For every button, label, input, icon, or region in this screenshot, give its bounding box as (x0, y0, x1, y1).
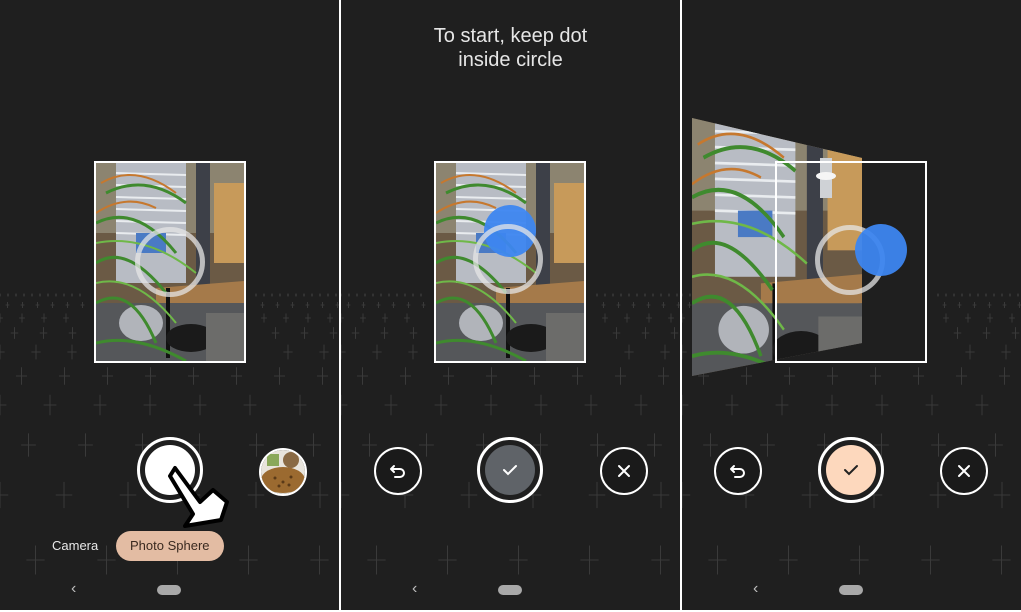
close-icon (618, 465, 630, 477)
viewfinder-frame (775, 161, 927, 363)
done-button[interactable] (818, 437, 884, 503)
target-circle (473, 224, 543, 294)
panel-step-1: Camera Photo Sphere ‹ (0, 0, 339, 610)
done-button[interactable] (477, 437, 543, 503)
check-icon (503, 465, 517, 476)
mode-tab-camera[interactable]: Camera (52, 531, 98, 561)
panel-step-2: To start, keep dot inside circle ‹ (341, 0, 680, 610)
undo-icon (730, 465, 745, 478)
undo-icon (390, 465, 405, 478)
instruction-text: To start, keep dot inside circle (341, 24, 680, 72)
mode-tab-photo-sphere[interactable]: Photo Sphere (116, 531, 224, 561)
target-circle (135, 227, 205, 297)
instruction-line-1: To start, keep dot (433, 25, 588, 47)
nav-home-pill[interactable] (498, 585, 522, 595)
cancel-button[interactable] (940, 447, 988, 495)
nav-back-icon[interactable]: ‹ (412, 580, 417, 598)
close-icon (958, 465, 970, 477)
undo-button[interactable] (374, 447, 422, 495)
gallery-thumbnail[interactable] (259, 448, 307, 496)
check-icon (844, 465, 858, 476)
nav-back-icon[interactable]: ‹ (71, 580, 76, 598)
viewfinder-frame (434, 161, 586, 363)
panel-step-3: ‹ (682, 0, 1021, 610)
cancel-button[interactable] (600, 447, 648, 495)
instruction-line-2: inside circle (458, 49, 563, 71)
hand-pointer-icon (168, 466, 229, 528)
alignment-dot (855, 224, 907, 276)
viewfinder-frame (94, 161, 246, 363)
nav-home-pill[interactable] (839, 585, 863, 595)
undo-button[interactable] (714, 447, 762, 495)
nav-home-pill[interactable] (157, 585, 181, 595)
nav-back-icon[interactable]: ‹ (753, 580, 758, 598)
